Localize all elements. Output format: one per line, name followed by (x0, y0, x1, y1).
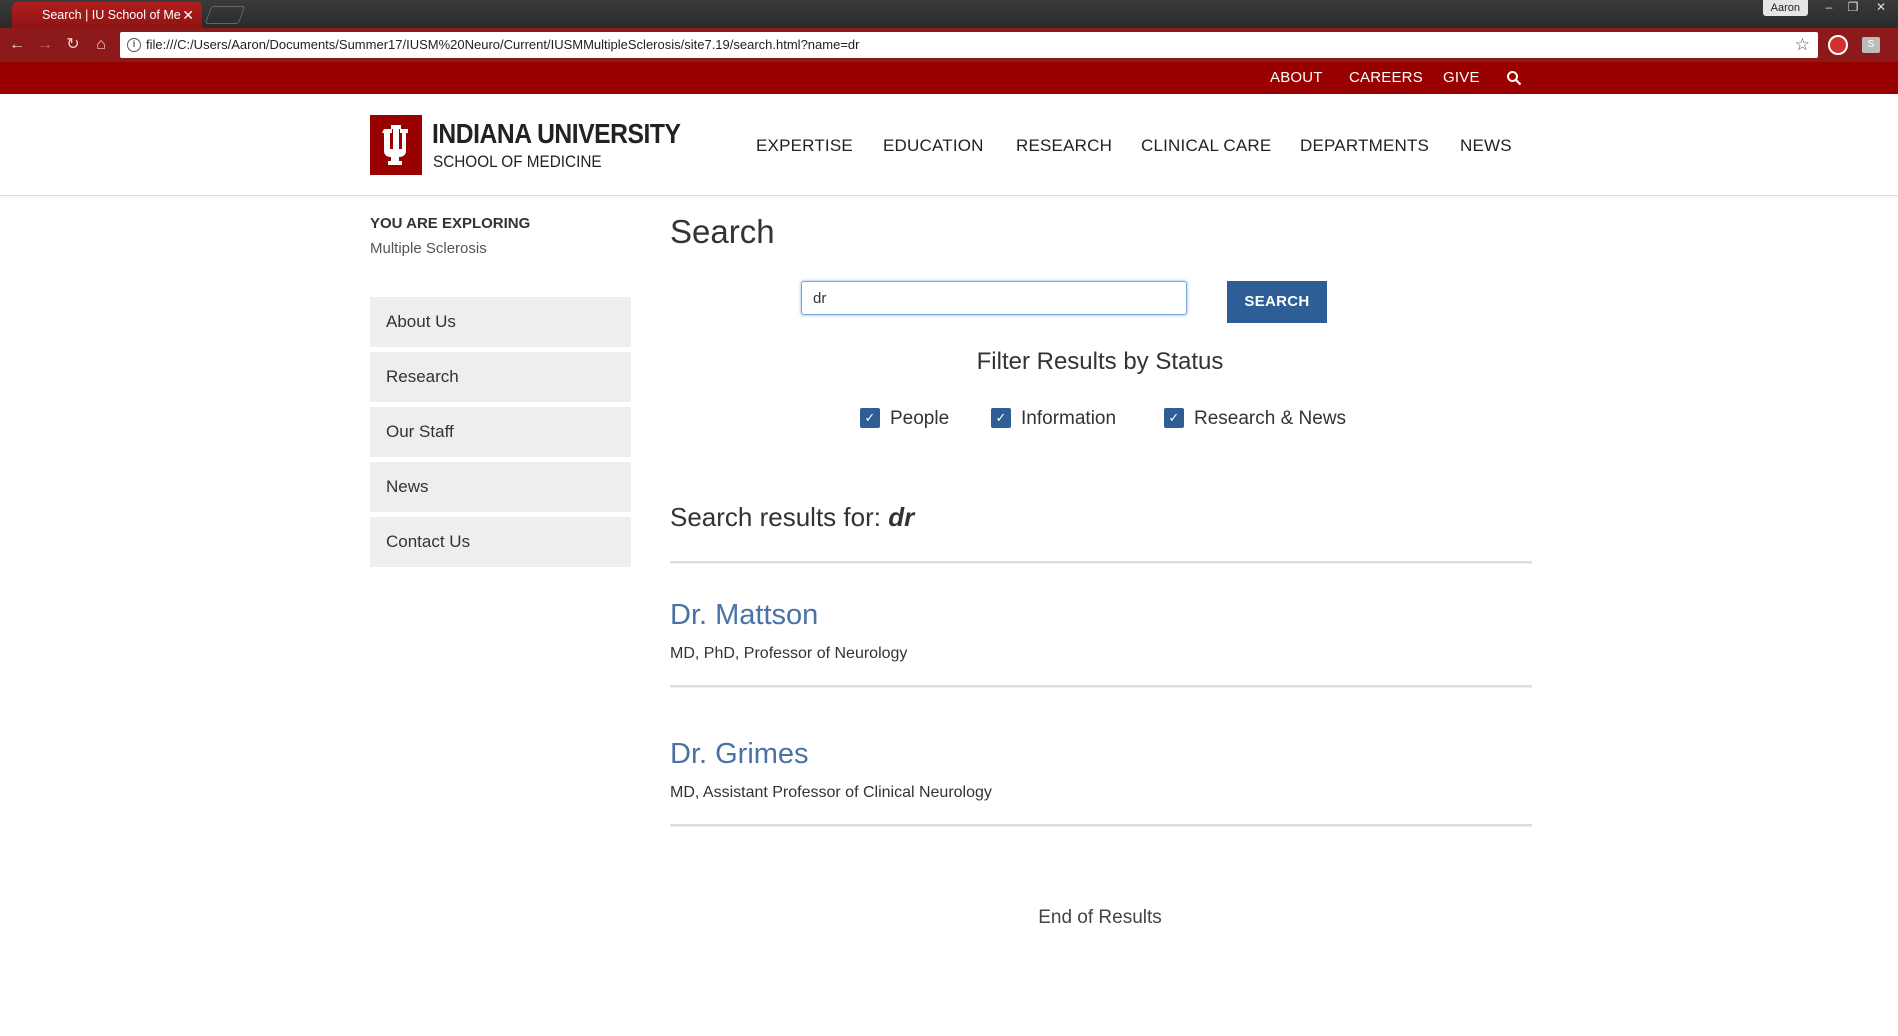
util-link-careers[interactable]: CAREERS (1349, 62, 1423, 94)
iu-trident-logo[interactable] (370, 115, 422, 175)
sidebar-item-news[interactable]: News (370, 462, 631, 512)
result-link-grimes[interactable]: Dr. Grimes (670, 738, 809, 771)
exploring-value: Multiple Sclerosis (370, 240, 487, 257)
divider (670, 561, 1532, 564)
minimize-icon[interactable]: – (1818, 0, 1840, 16)
sidebar-item-contact-us[interactable]: Contact Us (370, 517, 631, 567)
exploring-label: YOU ARE EXPLORING (370, 215, 531, 232)
extension-icon[interactable] (1828, 35, 1848, 55)
info-icon[interactable]: i (127, 38, 141, 52)
search-input[interactable] (801, 281, 1187, 315)
nav-research[interactable]: RESEARCH (1016, 136, 1112, 156)
sidebar-item-research[interactable]: Research (370, 352, 631, 402)
filter-title: Filter Results by Status (976, 348, 1224, 375)
page-title: Search (670, 213, 775, 250)
filter-information-label[interactable]: Information (1021, 408, 1116, 430)
result-desc-mattson: MD, PhD, Professor of Neurology (670, 645, 908, 662)
filter-information-checkbox[interactable]: ✓ (991, 408, 1011, 428)
filter-people-label[interactable]: People (890, 408, 949, 430)
address-bar[interactable]: i file:///C:/Users/Aaron/Documents/Summe… (120, 32, 1818, 58)
results-heading: Search results for: dr (670, 502, 914, 533)
reload-icon[interactable]: ↻ (62, 34, 84, 56)
restore-icon[interactable]: ❐ (1842, 0, 1864, 16)
util-link-about[interactable]: ABOUT (1270, 62, 1323, 94)
extension-s-icon[interactable]: S (1862, 37, 1880, 53)
site-header: INDIANA UNIVERSITY SCHOOL OF MEDICINE EX… (0, 94, 1898, 196)
trident-icon (382, 125, 408, 165)
util-link-give[interactable]: GIVE (1443, 62, 1480, 94)
filter-people-checkbox[interactable]: ✓ (860, 408, 880, 428)
nav-education[interactable]: EDUCATION (883, 136, 984, 156)
browser-tab[interactable]: Search | IU School of Me ✕ (12, 2, 202, 28)
url-text: file:///C:/Users/Aaron/Documents/Summer1… (146, 37, 860, 52)
result-link-mattson[interactable]: Dr. Mattson (670, 599, 818, 632)
browser-toolbar: ← → ↻ ⌂ i file:///C:/Users/Aaron/Documen… (0, 28, 1898, 62)
browser-user-badge[interactable]: Aaron (1762, 0, 1808, 16)
forward-icon[interactable]: → (34, 34, 56, 56)
back-icon[interactable]: ← (6, 34, 28, 56)
nav-news[interactable]: NEWS (1460, 136, 1512, 156)
result-desc-grimes: MD, Assistant Professor of Clinical Neur… (670, 784, 992, 801)
nav-departments[interactable]: DEPARTMENTS (1300, 136, 1429, 156)
end-of-results: End of Results (1038, 907, 1162, 928)
window-close-icon[interactable]: ✕ (1870, 0, 1892, 16)
nav-expertise[interactable]: EXPERTISE (756, 136, 853, 156)
sidebar-item-about-us[interactable]: About Us (370, 297, 631, 347)
search-button[interactable]: SEARCH (1227, 281, 1327, 323)
divider (670, 685, 1532, 688)
sidebar-item-our-staff[interactable]: Our Staff (370, 407, 631, 457)
logo-school-name[interactable]: SCHOOL OF MEDICINE (433, 152, 602, 172)
utility-bar: ABOUT CAREERS GIVE (0, 62, 1898, 94)
star-icon[interactable]: ☆ (1795, 32, 1810, 58)
results-query: dr (888, 502, 915, 532)
search-icon[interactable] (1506, 70, 1522, 86)
browser-tab-strip: Search | IU School of Me ✕ Aaron – ❐ ✕ (0, 0, 1898, 28)
tab-title: Search | IU School of Me (42, 8, 181, 22)
nav-clinical-care[interactable]: CLINICAL CARE (1141, 136, 1271, 156)
tab-close-icon[interactable]: ✕ (182, 2, 194, 28)
filter-research-news-label[interactable]: Research & News (1194, 408, 1346, 430)
filter-research-news-checkbox[interactable]: ✓ (1164, 408, 1184, 428)
logo-university-name[interactable]: INDIANA UNIVERSITY (432, 118, 681, 150)
new-tab-button[interactable] (204, 6, 246, 24)
results-prefix: Search results for: (670, 502, 881, 532)
home-icon[interactable]: ⌂ (90, 34, 112, 56)
divider (670, 824, 1532, 827)
